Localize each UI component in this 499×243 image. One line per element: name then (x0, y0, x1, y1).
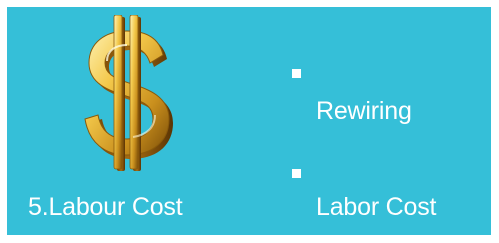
bullet-marker (292, 69, 301, 78)
bullet-marker (292, 169, 301, 178)
slide-caption: 5.Labour Cost (28, 193, 183, 221)
bullet-text-rewiring: Rewiring (316, 97, 412, 125)
slide-panel: 5.Labour Cost Rewiring Labor Cost (7, 7, 491, 235)
gold-dollar-sign-icon (67, 15, 187, 173)
bullet-text-labor-cost: Labor Cost (316, 193, 437, 221)
